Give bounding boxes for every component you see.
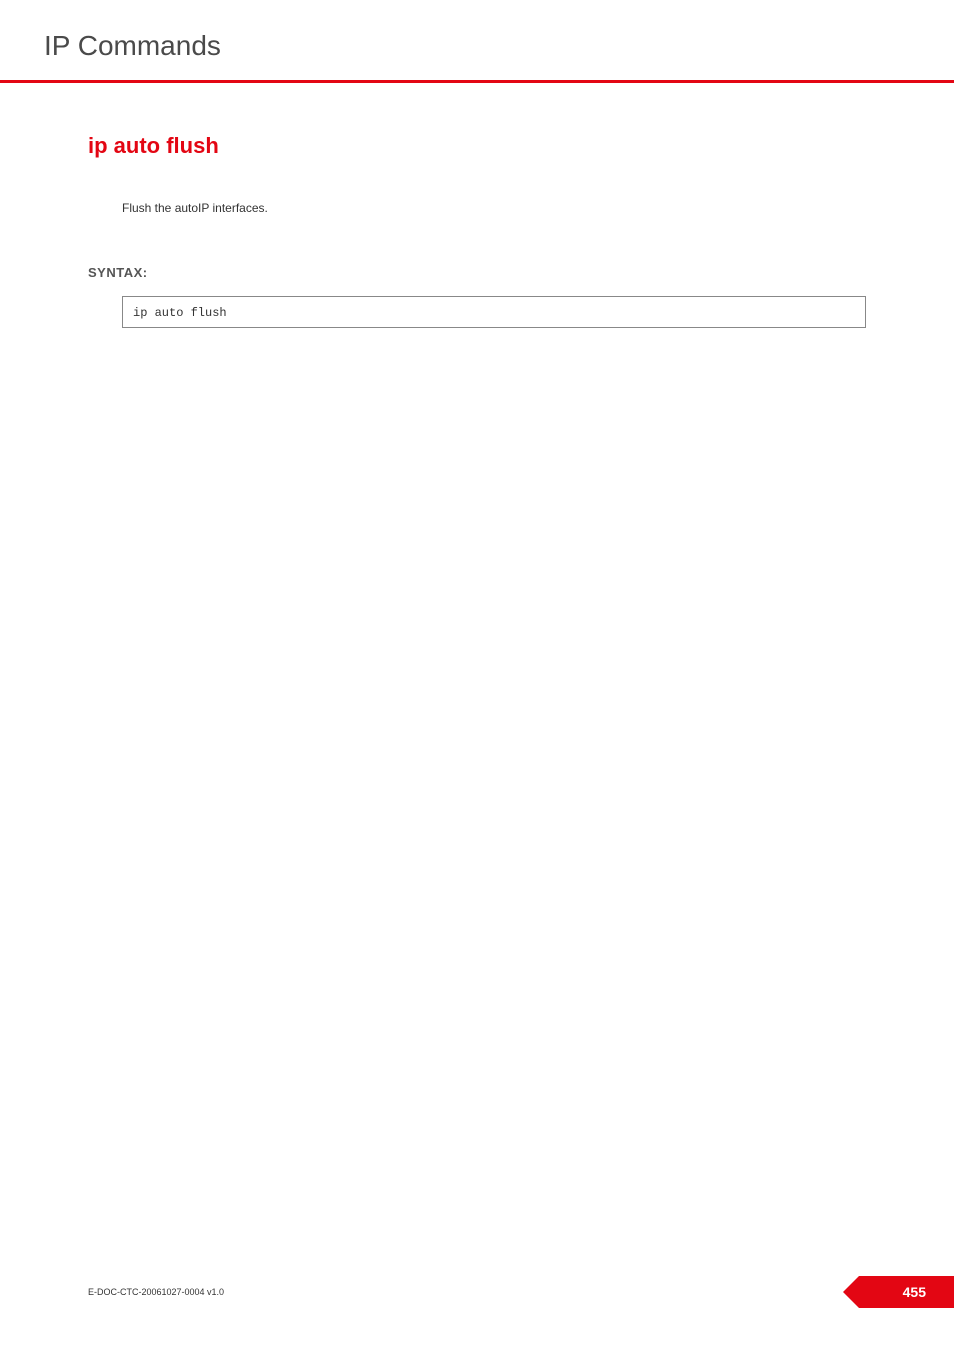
- document-id: E-DOC-CTC-20061027-0004 v1.0: [88, 1287, 224, 1297]
- content-area: ip auto flush Flush the autoIP interface…: [0, 83, 954, 328]
- syntax-code: ip auto flush: [133, 306, 227, 320]
- command-description: Flush the autoIP interfaces.: [122, 201, 866, 215]
- page-title: IP Commands: [44, 30, 910, 62]
- page-header: IP Commands: [0, 0, 954, 72]
- page-number: 455: [903, 1284, 926, 1300]
- syntax-label: SYNTAX:: [88, 265, 866, 280]
- page-number-badge: 455: [843, 1276, 954, 1308]
- syntax-code-box: ip auto flush: [122, 296, 866, 328]
- page-footer: E-DOC-CTC-20061027-0004 v1.0 455: [0, 1276, 954, 1308]
- command-title: ip auto flush: [88, 133, 866, 159]
